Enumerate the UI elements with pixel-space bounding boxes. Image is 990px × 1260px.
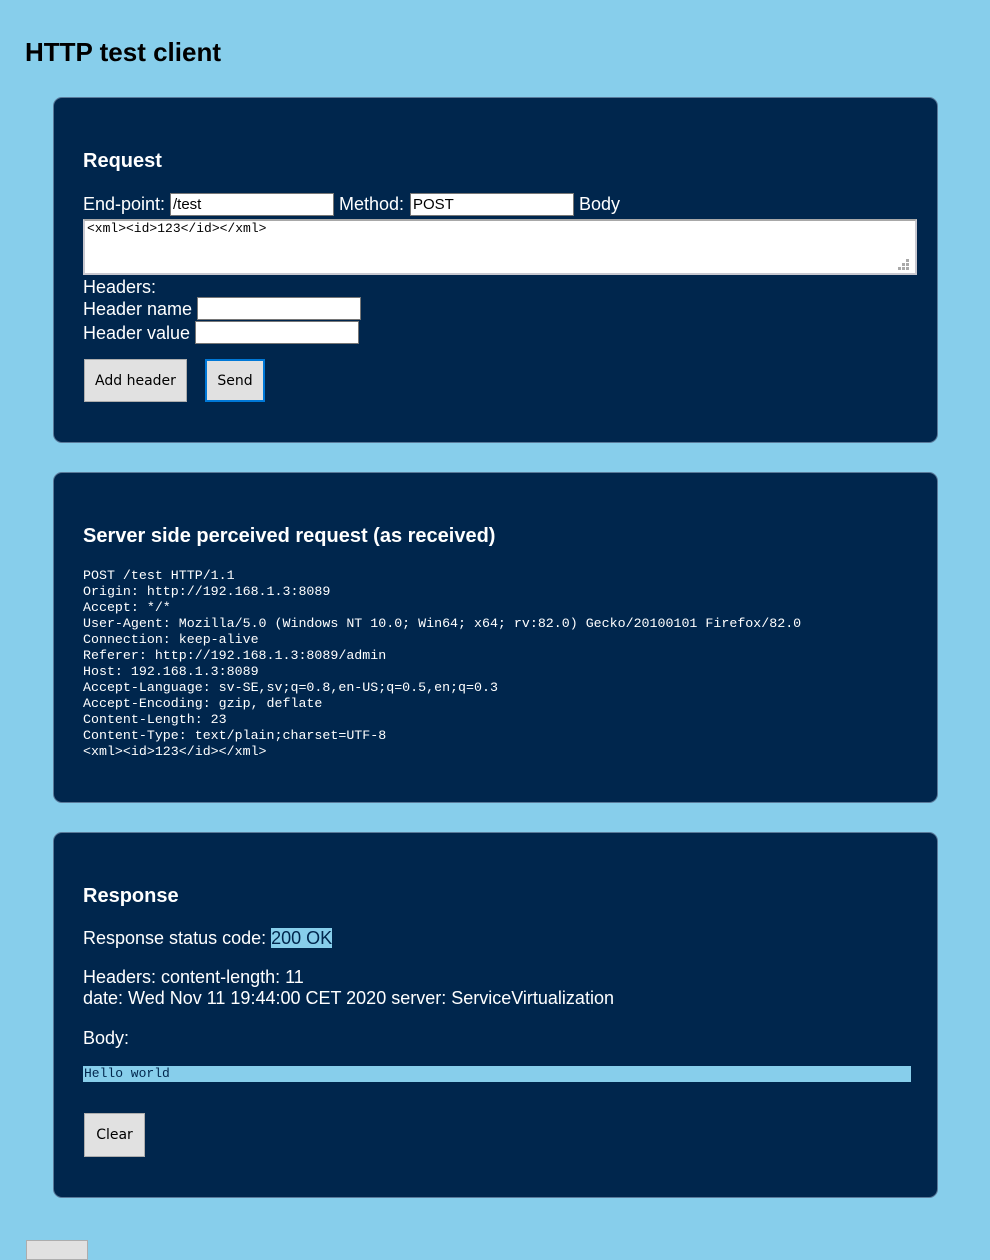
header-value-label: Header value (83, 323, 191, 343)
response-body-label: Body: (83, 1028, 130, 1048)
header-name-label: Header name (83, 299, 193, 319)
request-panel: Request End-point: Method: Body <xml><id… (53, 97, 938, 443)
endpoint-input[interactable] (170, 193, 334, 216)
bottom-button[interactable] (26, 1240, 88, 1260)
raw-line: Accept: */* (83, 600, 171, 615)
raw-line: Accept-Encoding: gzip, deflate (83, 696, 323, 711)
send-button[interactable]: Send (205, 359, 265, 402)
server-request-heading: Server side perceived request (as receiv… (83, 525, 496, 547)
raw-line: Content-Length: 23 (83, 712, 227, 727)
method-label: Method: (339, 194, 405, 214)
header-value-input[interactable] (195, 321, 359, 344)
method-input[interactable] (410, 193, 574, 216)
headers-label: Headers: (83, 277, 157, 297)
add-header-button[interactable]: Add header (84, 359, 187, 402)
response-body-output: Hello world (83, 1066, 911, 1082)
raw-line: POST /test HTTP/1.1 (83, 568, 235, 583)
raw-line: Origin: http://192.168.1.3:8089 (83, 584, 331, 599)
response-panel: Response Response status code: 200 OK He… (53, 832, 938, 1198)
status-label: Response status code: (83, 928, 267, 948)
response-headers-line-2: date: Wed Nov 11 19:44:00 CET 2020 serve… (83, 988, 614, 1008)
endpoint-label: End-point: (83, 194, 166, 214)
raw-line: Accept-Language: sv-SE,sv;q=0.8,en-US;q=… (83, 680, 498, 695)
raw-line: Connection: keep-alive (83, 632, 259, 647)
response-headers-line-1: Headers: content-length: 11 (83, 967, 304, 987)
header-name-input[interactable] (197, 297, 361, 320)
raw-request-text: POST /test HTTP/1.1 Origin: http://192.1… (83, 568, 801, 760)
page-title: HTTP test client (25, 37, 222, 67)
raw-line: Content-Type: text/plain;charset=UTF-8 (83, 728, 387, 743)
server-request-panel: Server side perceived request (as receiv… (53, 472, 938, 803)
raw-line: <xml><id>123</id></xml> (83, 744, 267, 759)
response-heading: Response (83, 885, 179, 907)
raw-line: Referer: http://192.168.1.3:8089/admin (83, 648, 387, 663)
status-badge: 200 OK (271, 928, 333, 948)
status-line: Response status code: 200 OK (83, 927, 333, 949)
body-textarea[interactable]: <xml><id>123</id></xml> (83, 219, 917, 275)
raw-line: User-Agent: Mozilla/5.0 (Windows NT 10.0… (83, 616, 802, 631)
resize-grip-icon[interactable] (898, 259, 910, 271)
body-label: Body (579, 194, 621, 214)
raw-line: Host: 192.168.1.3:8089 (83, 664, 259, 679)
clear-button[interactable]: Clear (84, 1113, 145, 1157)
request-heading: Request (83, 150, 162, 172)
